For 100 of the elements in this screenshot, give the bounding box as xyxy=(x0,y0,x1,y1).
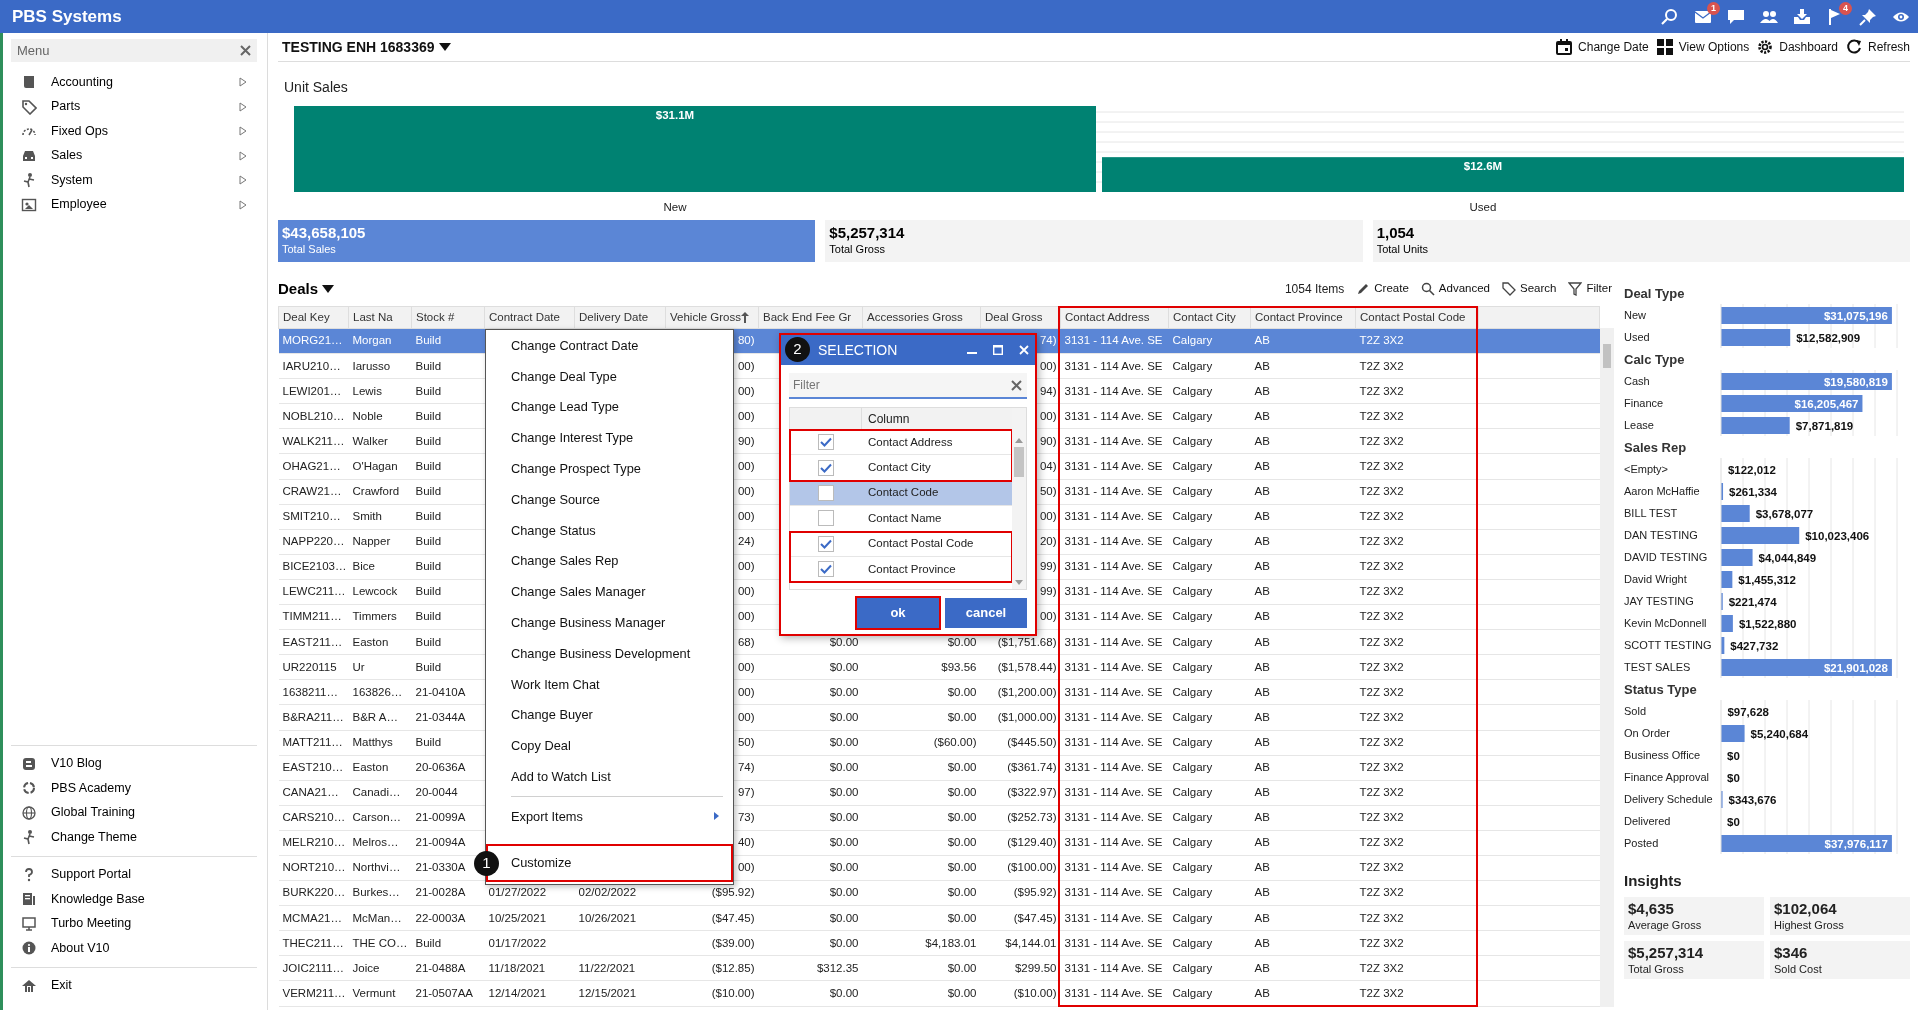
table-cell: 3131 - 114 Ave. SE xyxy=(1060,930,1169,956)
category-label: Aaron McHaffie xyxy=(1624,485,1700,497)
table-cell: 11/18/2021 xyxy=(484,955,575,981)
table-cell: $0.00 xyxy=(758,930,863,956)
table-cell: $0.00 xyxy=(862,855,981,881)
value-label: $31.1M xyxy=(655,109,695,121)
table-cell: 01/17/2022 xyxy=(484,930,575,956)
table-cell: $0.00 xyxy=(862,780,981,806)
table-cell: Smith xyxy=(348,504,412,530)
table-cell: IARU210… xyxy=(278,353,349,379)
table-cell: $0.00 xyxy=(862,830,981,856)
category-label: SCOTT TESTING xyxy=(1624,639,1712,651)
table-cell: ($12.85) xyxy=(665,955,759,981)
value-label: $221,474 xyxy=(1728,596,1777,608)
category-label: Kevin McDonnell xyxy=(1624,617,1707,629)
table-cell: Calgary xyxy=(1168,780,1251,806)
table-cell: $4,144.01 xyxy=(980,930,1061,956)
table-cell: 1638211… xyxy=(278,679,349,705)
table-cell: Calgary xyxy=(1168,730,1251,756)
table-cell: AB xyxy=(1250,704,1356,730)
table-cell: $0.00 xyxy=(862,905,981,931)
table-cell: MCMA21… xyxy=(278,905,349,931)
table-cell: Calgary xyxy=(1168,479,1251,505)
table-cell: WALK211… xyxy=(278,428,349,454)
table-cell: $0.00 xyxy=(758,880,863,906)
table-cell: $0.00 xyxy=(758,780,863,806)
table-cell: $299.50 xyxy=(980,955,1061,981)
table-cell: Calgary xyxy=(1168,529,1251,555)
category-label: <Empty> xyxy=(1624,463,1669,475)
category-label: DAVID TESTING xyxy=(1624,551,1708,563)
table-cell: 3131 - 114 Ave. SE xyxy=(1060,855,1169,881)
table-cell: T2Z 3X2 xyxy=(1355,403,1479,429)
category-label: Sold xyxy=(1624,705,1647,717)
table-cell: AB xyxy=(1250,930,1356,956)
table-cell: AB xyxy=(1250,679,1356,705)
table-cell: Calgary xyxy=(1168,453,1251,480)
value-label: $427,732 xyxy=(1730,640,1779,652)
table-cell: ($100.00) xyxy=(980,855,1061,881)
table-cell: Calgary xyxy=(1168,930,1251,956)
category-label: JAY TESTING xyxy=(1624,595,1694,607)
table-cell: 3131 - 114 Ave. SE xyxy=(1060,830,1169,856)
table-cell: SMIT210… xyxy=(278,504,349,530)
table-cell: 3131 - 114 Ave. SE xyxy=(1060,805,1169,831)
table-cell: $0.00 xyxy=(862,755,981,781)
table-cell: Calgary xyxy=(1168,403,1251,429)
table-cell: Noble xyxy=(348,403,412,429)
table-cell: AB xyxy=(1250,579,1356,605)
table-cell: Build xyxy=(411,529,485,555)
category-label: On Order xyxy=(1624,727,1670,739)
value-label: $261,334 xyxy=(1729,486,1777,498)
table-cell: T2Z 3X2 xyxy=(1355,755,1479,781)
table-cell: $93.56 xyxy=(862,654,981,680)
table-cell: 3131 - 114 Ave. SE xyxy=(1060,554,1169,580)
table-cell: THEC211… xyxy=(278,930,349,956)
table-cell: AB xyxy=(1250,905,1356,931)
table-cell: AB xyxy=(1250,453,1356,480)
table-cell: ($1,000.00) xyxy=(980,704,1061,730)
table-cell: ($47.45) xyxy=(980,905,1061,931)
step-marker: 2 xyxy=(785,337,810,362)
table-cell: $0.00 xyxy=(758,830,863,856)
table-cell: Build xyxy=(411,479,485,505)
table-cell: MELR210… xyxy=(278,830,349,856)
table-cell: 10/25/2021 xyxy=(484,905,575,931)
table-cell: 3131 - 114 Ave. SE xyxy=(1060,579,1169,605)
axis-label: Used xyxy=(1469,201,1497,213)
table-cell: $0.00 xyxy=(758,805,863,831)
table-cell: AB xyxy=(1250,403,1356,429)
table-cell: $0.00 xyxy=(862,679,981,705)
group-title: Status Type xyxy=(1624,681,1698,699)
table-cell: T2Z 3X2 xyxy=(1355,604,1479,630)
table-cell: AB xyxy=(1250,479,1356,505)
table-cell: Lewcock xyxy=(348,579,412,605)
value-label: $0 xyxy=(1727,772,1740,784)
table-cell: AB xyxy=(1250,955,1356,981)
table-cell: $0.00 xyxy=(758,755,863,781)
table-cell: ($129.40) xyxy=(980,830,1061,856)
notification-badge: 1 xyxy=(1707,1,1720,15)
table-cell: Calgary xyxy=(1168,504,1251,530)
table-cell: 3131 - 114 Ave. SE xyxy=(1060,880,1169,906)
table-cell: Northvi… xyxy=(348,855,412,881)
dialog-title: SELECTION xyxy=(818,340,898,360)
table-cell: Napper xyxy=(348,529,412,555)
table-cell: $0.00 xyxy=(862,805,981,831)
table-cell: Melros… xyxy=(348,830,412,856)
group-title: Calc Type xyxy=(1624,351,1686,369)
table-cell: McMan… xyxy=(348,905,412,931)
table-cell: Matthys xyxy=(348,730,412,756)
table-cell: Easton xyxy=(348,629,412,655)
table-cell: Build xyxy=(411,353,485,379)
table-cell: ($10.00) xyxy=(665,980,759,1007)
table-cell: T2Z 3X2 xyxy=(1355,453,1479,480)
table-cell: $312.35 xyxy=(758,955,863,981)
table-cell: AB xyxy=(1250,755,1356,781)
table-cell: 21-0099A xyxy=(411,805,485,831)
table-cell: AB xyxy=(1250,780,1356,806)
table-cell: Burkes… xyxy=(348,880,412,906)
table-cell: Calgary xyxy=(1168,629,1251,655)
table-cell: Ur xyxy=(348,654,412,680)
table-cell: T2Z 3X2 xyxy=(1355,704,1479,730)
table-cell: 3131 - 114 Ave. SE xyxy=(1060,504,1169,530)
